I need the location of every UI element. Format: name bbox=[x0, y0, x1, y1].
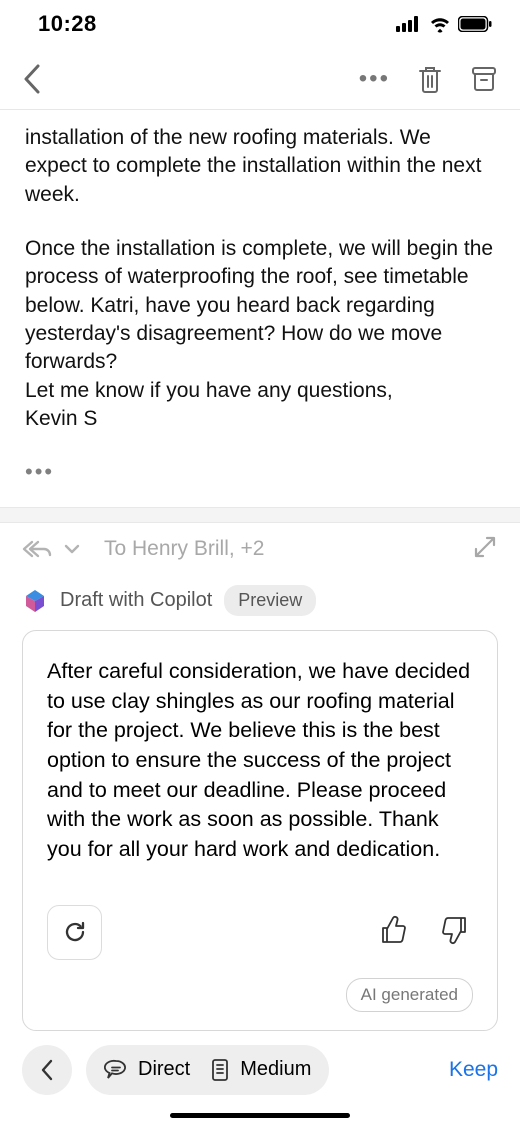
length-icon bbox=[210, 1058, 230, 1082]
reply-header[interactable]: To Henry Brill, +2 bbox=[0, 523, 520, 575]
email-paragraph: Once the installation is complete, we wi… bbox=[25, 235, 495, 377]
home-indicator bbox=[170, 1113, 350, 1118]
trash-button[interactable] bbox=[416, 64, 444, 94]
back-button[interactable] bbox=[22, 63, 42, 95]
status-time: 10:28 bbox=[38, 11, 97, 37]
section-divider bbox=[0, 507, 520, 523]
length-medium-button[interactable]: Medium bbox=[210, 1058, 311, 1082]
ai-generated-badge: AI generated bbox=[47, 978, 473, 1012]
status-indicators bbox=[396, 15, 492, 33]
chat-icon bbox=[104, 1058, 128, 1082]
tone-pill-group: Direct Medium bbox=[86, 1045, 329, 1095]
copilot-logo-icon bbox=[22, 588, 48, 614]
email-body: installation of the new roofing material… bbox=[0, 110, 520, 507]
status-bar: 10:28 bbox=[0, 0, 520, 48]
reply-all-icon bbox=[22, 539, 52, 559]
expand-compose-button[interactable] bbox=[472, 534, 498, 565]
thumbs-down-button[interactable] bbox=[441, 915, 469, 950]
expand-thread-button[interactable]: ••• bbox=[25, 457, 495, 487]
cellular-icon bbox=[396, 16, 422, 32]
archive-button[interactable] bbox=[470, 65, 498, 93]
copilot-label: Draft with Copilot bbox=[60, 589, 212, 612]
suggestion-toolbar: Direct Medium Keep bbox=[0, 1045, 520, 1109]
keep-button[interactable]: Keep bbox=[449, 1058, 498, 1082]
chevron-down-icon bbox=[64, 543, 80, 555]
reply-to-field[interactable]: To Henry Brill, +2 bbox=[104, 537, 472, 561]
more-button[interactable]: ••• bbox=[359, 65, 390, 93]
preview-badge: Preview bbox=[224, 585, 316, 616]
tone-direct-button[interactable]: Direct bbox=[104, 1058, 190, 1082]
copilot-header: Draft with Copilot Preview bbox=[0, 575, 520, 626]
email-closing: Let me know if you have any questions, K… bbox=[25, 377, 495, 434]
prev-suggestion-button[interactable] bbox=[22, 1045, 72, 1095]
thumbs-up-button[interactable] bbox=[379, 915, 407, 950]
draft-text: After careful consideration, we have dec… bbox=[47, 657, 473, 865]
battery-icon bbox=[458, 16, 492, 32]
wifi-icon bbox=[428, 15, 452, 33]
email-paragraph: installation of the new roofing material… bbox=[25, 124, 495, 209]
nav-bar: ••• bbox=[0, 48, 520, 110]
copilot-draft-card: After careful consideration, we have dec… bbox=[22, 630, 498, 1031]
regenerate-button[interactable] bbox=[47, 905, 102, 960]
